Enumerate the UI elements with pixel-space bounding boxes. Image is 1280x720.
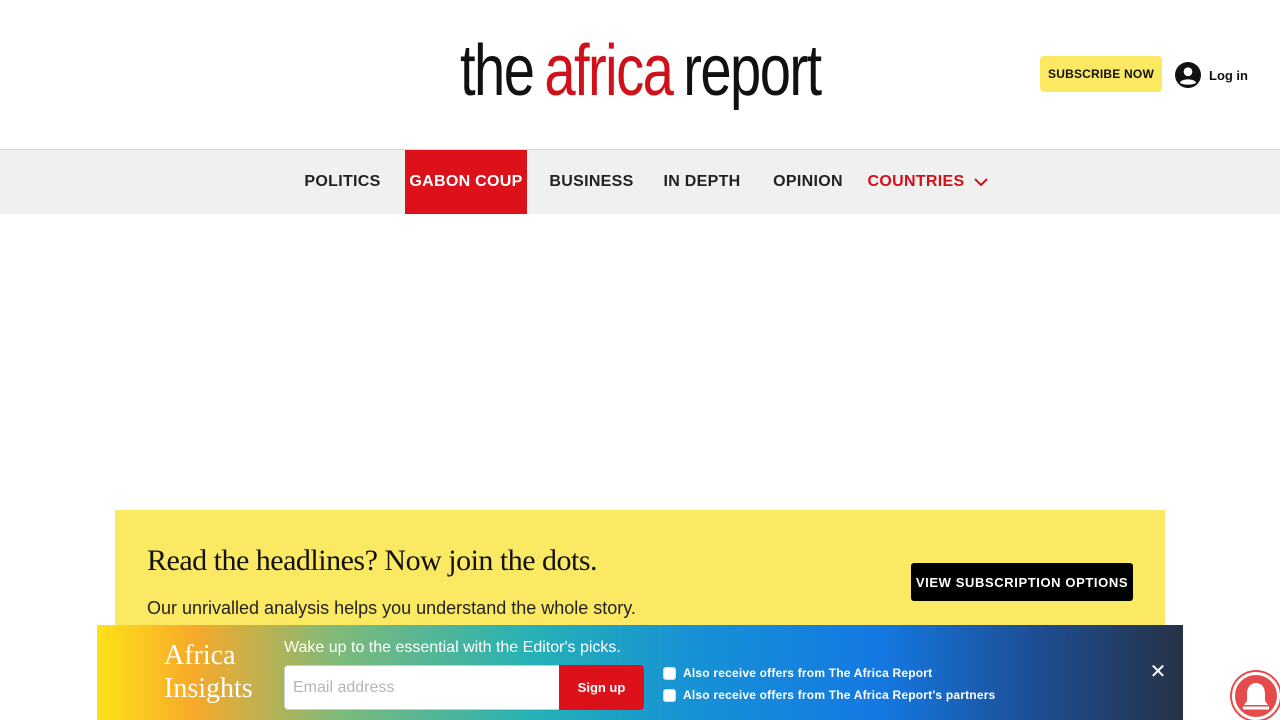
newsletter-title-line2: Insights (164, 673, 253, 704)
offers-partners-label: Also receive offers from The Africa Repo… (683, 688, 996, 702)
nav-item-countries[interactable]: COUNTRIES (866, 150, 990, 214)
offers-africa-report-label: Also receive offers from The Africa Repo… (683, 666, 933, 680)
nav-item-in-depth[interactable]: IN DEPTH (658, 150, 746, 214)
nav-item-opinion[interactable]: OPINION (766, 150, 850, 214)
nav-item-business[interactable]: BUSINESS (545, 150, 638, 214)
main-nav: POLITICS GABON COUP BUSINESS IN DEPTH OP… (0, 149, 1280, 214)
offers-partners-option[interactable]: Also receive offers from The Africa Repo… (663, 687, 995, 703)
offers-africa-report-option[interactable]: Also receive offers from The Africa Repo… (663, 665, 932, 681)
view-subscription-options-button[interactable]: VIEW SUBSCRIPTION OPTIONS (911, 563, 1133, 601)
newsletter-title-line1: Africa (164, 640, 236, 671)
promo-subtitle: Our unrivalled analysis helps you unders… (147, 598, 636, 618)
login-label: Log in (1209, 67, 1248, 83)
newsletter-signup-bar: Africa Insights Wake up to the essential… (97, 625, 1183, 720)
logo-word-africa: africa (544, 31, 674, 111)
close-icon[interactable]: ✕ (1149, 662, 1167, 682)
nav-countries-label: COUNTRIES (867, 173, 965, 190)
offers-africa-report-checkbox[interactable] (663, 666, 676, 680)
site-header: the africa report SUBSCRIBE NOW Log in (0, 0, 1280, 149)
logo-word-the: the (460, 31, 535, 111)
logo-word-report: report (683, 31, 822, 111)
site-logo[interactable]: the africa report (460, 30, 822, 112)
notification-bell-button[interactable] (1232, 672, 1280, 720)
user-account-icon (1175, 62, 1201, 88)
bell-icon (1243, 683, 1269, 710)
promo-title: Read the headlines? Now join the dots. (147, 544, 598, 577)
login-link[interactable]: Log in (1175, 61, 1248, 89)
sign-up-button[interactable]: Sign up (559, 665, 644, 710)
chevron-down-icon (974, 177, 989, 186)
offers-partners-checkbox[interactable] (663, 688, 676, 702)
nav-item-gabon-coup[interactable]: GABON COUP (405, 150, 527, 214)
newsletter-prompt: Wake up to the essential with the Editor… (284, 639, 621, 656)
nav-item-politics[interactable]: POLITICS (298, 150, 387, 214)
subscribe-now-button[interactable]: SUBSCRIBE NOW (1040, 56, 1162, 92)
email-field[interactable] (284, 665, 560, 710)
newsletter-title: Africa Insights (164, 639, 253, 705)
